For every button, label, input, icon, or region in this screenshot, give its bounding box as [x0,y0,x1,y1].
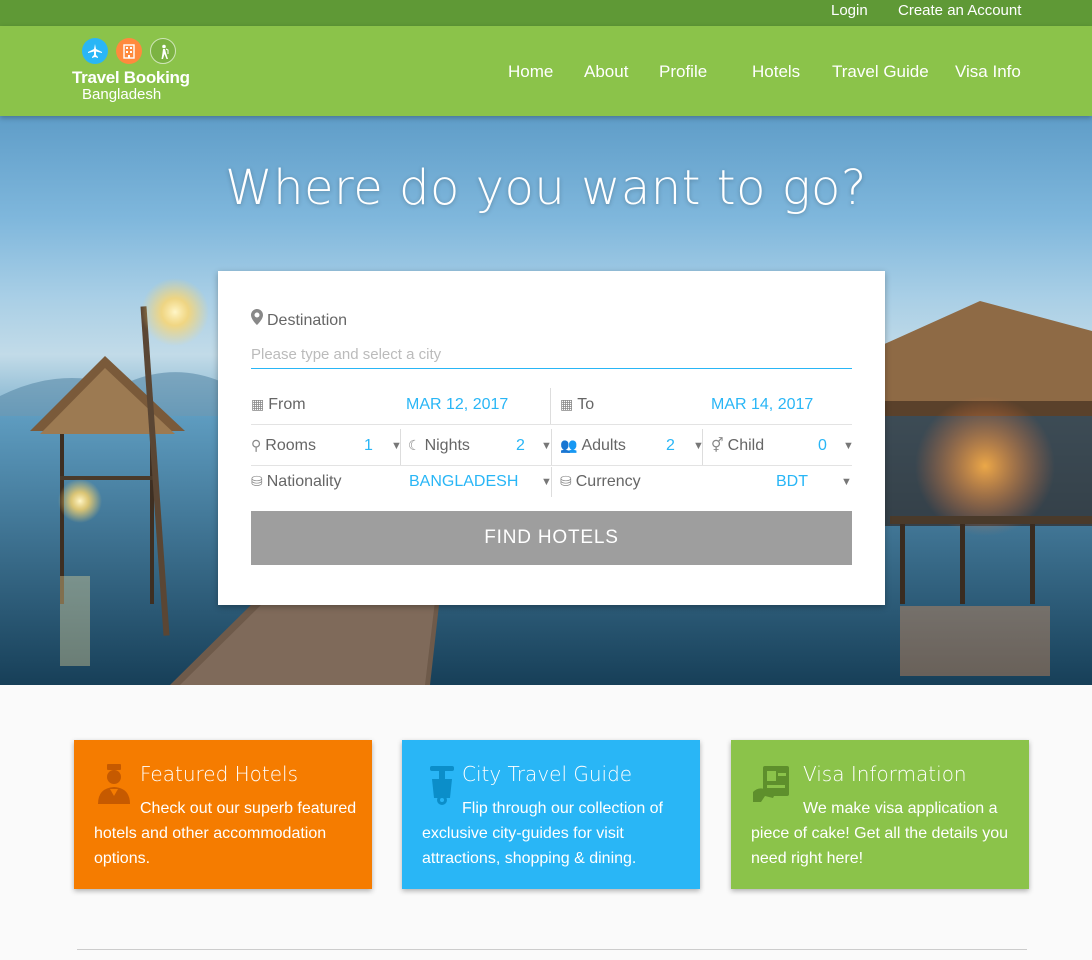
site-logo[interactable]: Travel Booking Bangladesh [70,38,190,108]
calendar-icon: ▦ [560,396,574,412]
nav-hotels[interactable]: Hotels [752,62,800,82]
card-text: Flip through our collection of exclusive… [422,800,663,867]
divider [251,465,852,466]
logo-title: Travel Booking [72,68,190,87]
nights-select[interactable]: 2 [516,437,525,455]
divider [551,467,552,497]
nav-travel-guide[interactable]: Travel Guide [832,62,929,82]
adults-label: 👥 Adults [560,437,626,454]
calendar-icon: ▦ [251,396,265,412]
find-hotels-button[interactable]: FIND HOTELS [251,511,852,565]
nav-home[interactable]: Home [508,62,553,82]
divider [251,424,852,425]
child-icon: ⚥ [711,437,724,453]
child-select[interactable]: 0 [818,437,827,455]
to-label: ▦ To [560,396,595,413]
card-title: City Travel Guide [462,762,633,786]
divider [400,429,401,465]
chevron-down-icon[interactable]: ▼ [841,476,852,488]
to-date-field[interactable]: MAR 14, 2017 [711,396,813,414]
chevron-down-icon[interactable]: ▼ [843,440,854,452]
visa-information-card[interactable]: Visa Information We make visa applicatio… [731,740,1029,889]
plane-icon [82,38,108,64]
nav-profile[interactable]: Profile [659,62,707,82]
hero-title: Where do you want to go? [225,160,867,216]
divider [77,949,1027,950]
key-icon: ⚲ [251,437,262,453]
currency-select[interactable]: BDT [776,473,808,491]
card-text: We make visa application a piece of cake… [751,800,1009,867]
destination-input[interactable] [251,341,852,369]
logo-subtitle: Bangladesh [82,86,162,103]
login-link[interactable]: Login [831,1,868,21]
child-label: ⚥ Child [711,437,765,454]
coins-icon: ⛁ [560,473,572,489]
hiker-icon [150,38,176,64]
hotel-search-form: Destination ▦From MAR 12, 2017 ▦To MAR 1… [218,271,885,605]
create-account-link[interactable]: Create an Account [898,1,1021,21]
divider [702,429,703,465]
currency-label: ⛁ Currency [560,473,641,490]
from-label: ▦ From [251,396,306,413]
adults-icon: 👥 [560,437,578,453]
destination-label: Destination [251,309,347,330]
from-date-field[interactable]: MAR 12, 2017 [406,396,508,414]
rooms-select[interactable]: 1 [364,437,373,455]
map-marker-icon [251,309,263,328]
hotel-icon [116,38,142,64]
nights-label: ☾ Nights [408,437,470,454]
featured-hotels-card[interactable]: Featured Hotels Check out our superb fea… [74,740,372,889]
coins-icon: ⛁ [251,473,263,489]
nav-visa-info[interactable]: Visa Info [955,62,1021,82]
main-header: Travel Booking Bangladesh Home About Pro… [0,26,1092,116]
city-travel-guide-card[interactable]: City Travel Guide Flip through our colle… [402,740,700,889]
card-text: Check out our superb featured hotels and… [94,800,357,867]
nav-about[interactable]: About [584,62,628,82]
card-title: Featured Hotels [140,762,299,786]
nationality-label: ⛁ Nationality [251,473,342,490]
rooms-label: ⚲ Rooms [251,437,316,454]
divider [550,388,551,424]
nationality-select[interactable]: BANGLADESH [409,473,518,491]
top-bar: Login Create an Account [0,0,1092,26]
moon-icon: ☾ [408,437,421,453]
divider [551,429,552,465]
adults-select[interactable]: 2 [666,437,675,455]
card-title: Visa Information [803,762,967,786]
